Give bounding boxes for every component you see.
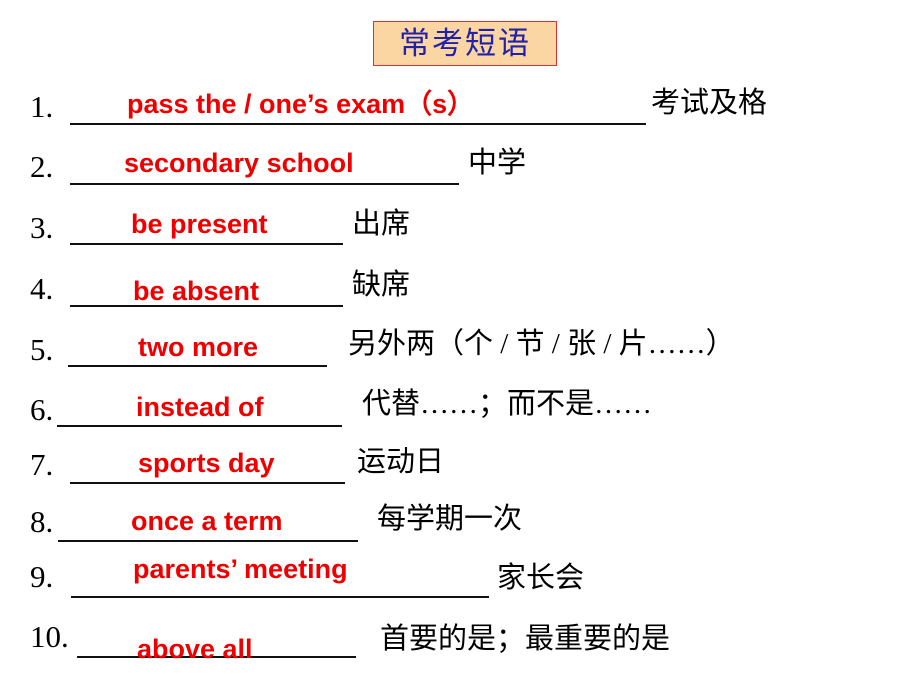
blank-line-1 xyxy=(70,123,646,125)
answer-text-7: sports day xyxy=(138,448,275,478)
answer-text-10: above all xyxy=(137,634,253,664)
gloss-text-4: 缺席 xyxy=(352,269,411,301)
item-number-5: 5. xyxy=(30,332,54,367)
phrase-row-3: 3. be present 出席 xyxy=(0,203,920,259)
item-number-9: 9. xyxy=(30,559,54,594)
phrase-row-2: 2. secondary school 中学 xyxy=(0,142,920,198)
slide-title: 常考短语 xyxy=(399,26,531,61)
answer-text-2: secondary school xyxy=(124,148,354,178)
gloss-text-10: 首要的是；最重要的是 xyxy=(380,623,671,655)
blank-line-3 xyxy=(70,243,343,245)
answer-text-6: instead of xyxy=(136,392,264,422)
gloss-text-2: 中学 xyxy=(468,147,527,179)
phrase-row-8: 8. once a term 每学期一次 xyxy=(0,497,920,553)
item-number-1: 1. xyxy=(30,89,54,124)
answer-text-8: once a term xyxy=(131,506,283,536)
gloss-text-8: 每学期一次 xyxy=(377,503,523,535)
phrase-row-4: 4. be absent 缺席 xyxy=(0,264,920,320)
item-number-6: 6. xyxy=(30,392,54,427)
gloss-text-9: 家长会 xyxy=(497,562,585,594)
gloss-text-3: 出席 xyxy=(352,208,411,240)
item-number-4: 4. xyxy=(30,271,54,306)
blank-line-8 xyxy=(58,540,358,542)
blank-line-7 xyxy=(70,482,345,484)
phrase-row-1: 1. pass the / one’s exam（s） 考试及格 xyxy=(0,82,920,138)
item-number-7: 7. xyxy=(30,447,54,482)
answer-text-3: be present xyxy=(131,209,268,239)
item-number-2: 2. xyxy=(30,149,54,184)
gloss-text-7: 运动日 xyxy=(357,446,445,478)
answer-text-1: pass the / one’s exam（s） xyxy=(127,89,475,119)
phrase-row-5: 5. two more 另外两（个 / 节 / 张 / 片……） xyxy=(0,325,920,381)
item-number-8: 8. xyxy=(30,504,54,539)
item-number-3: 3. xyxy=(30,210,54,245)
blank-line-9 xyxy=(71,596,489,598)
phrase-row-6: 6. instead of 代替……；而不是…… xyxy=(0,385,920,441)
phrase-row-10: 10. above all 首要的是；最重要的是 xyxy=(0,612,920,668)
phrase-row-9: 9. parents’ meeting 家长会 xyxy=(0,552,920,608)
answer-text-4: be absent xyxy=(133,276,260,306)
answer-text-9: parents’ meeting xyxy=(133,554,348,584)
answer-text-5: two more xyxy=(138,332,259,362)
phrase-row-7: 7. sports day 运动日 xyxy=(0,440,920,496)
blank-line-2 xyxy=(70,183,459,185)
gloss-text-1: 考试及格 xyxy=(651,87,768,119)
gloss-text-5: 另外两（个 / 节 / 张 / 片……） xyxy=(348,328,735,360)
blank-line-6 xyxy=(57,425,342,427)
item-number-10: 10. xyxy=(30,619,69,654)
slide-canvas: 常考短语 1. pass the / one’s exam（s） 考试及格 2.… xyxy=(0,0,920,690)
blank-line-5 xyxy=(68,365,327,367)
gloss-text-6: 代替……；而不是…… xyxy=(362,388,653,420)
slide-title-box: 常考短语 xyxy=(373,21,557,66)
